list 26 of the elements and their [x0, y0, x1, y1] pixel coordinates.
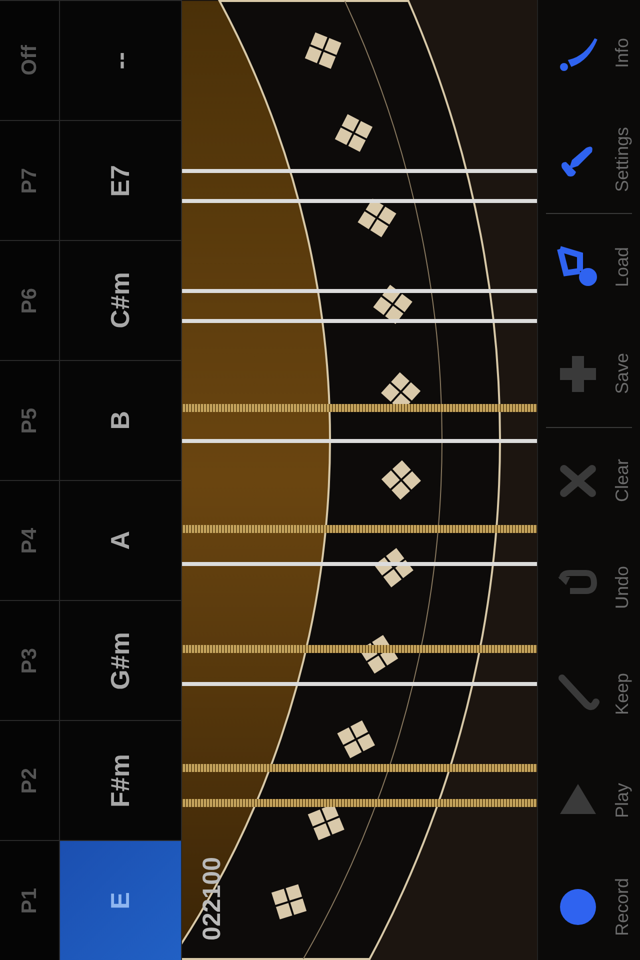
toolbar-button[interactable]: Record	[538, 854, 640, 960]
preset-label: P4	[16, 528, 42, 554]
preset-label: P5	[16, 408, 42, 434]
preset-label: P3	[16, 648, 42, 674]
toolbar-button[interactable]: Settings	[538, 106, 640, 213]
chord-button[interactable]: F#m	[60, 720, 182, 840]
chord-button[interactable]: A	[60, 480, 182, 600]
preset-label: P2	[16, 768, 42, 794]
preset-label: P7	[16, 168, 42, 194]
fingering-code: 022100	[197, 856, 227, 940]
guitar-string[interactable]	[182, 525, 537, 533]
chord-button[interactable]: E	[60, 840, 182, 960]
guitar-string[interactable]	[182, 764, 537, 772]
toolbar-button[interactable]: Load	[538, 214, 640, 320]
guitar-string[interactable]	[182, 799, 537, 807]
chord-button[interactable]: B	[60, 360, 182, 480]
preset-label: P1	[16, 888, 42, 914]
preset-label: P6	[16, 288, 42, 314]
chord-button[interactable]: --	[60, 0, 182, 120]
guitar-string[interactable]	[182, 645, 537, 653]
chord-button[interactable]: G#m	[60, 600, 182, 720]
chord-button[interactable]: C#m	[60, 240, 182, 360]
guitar-string[interactable]	[182, 404, 537, 412]
preset-label: Off	[16, 45, 42, 76]
chord-button[interactable]: E7	[60, 120, 182, 240]
toolbar-button[interactable]: Info	[538, 0, 640, 106]
